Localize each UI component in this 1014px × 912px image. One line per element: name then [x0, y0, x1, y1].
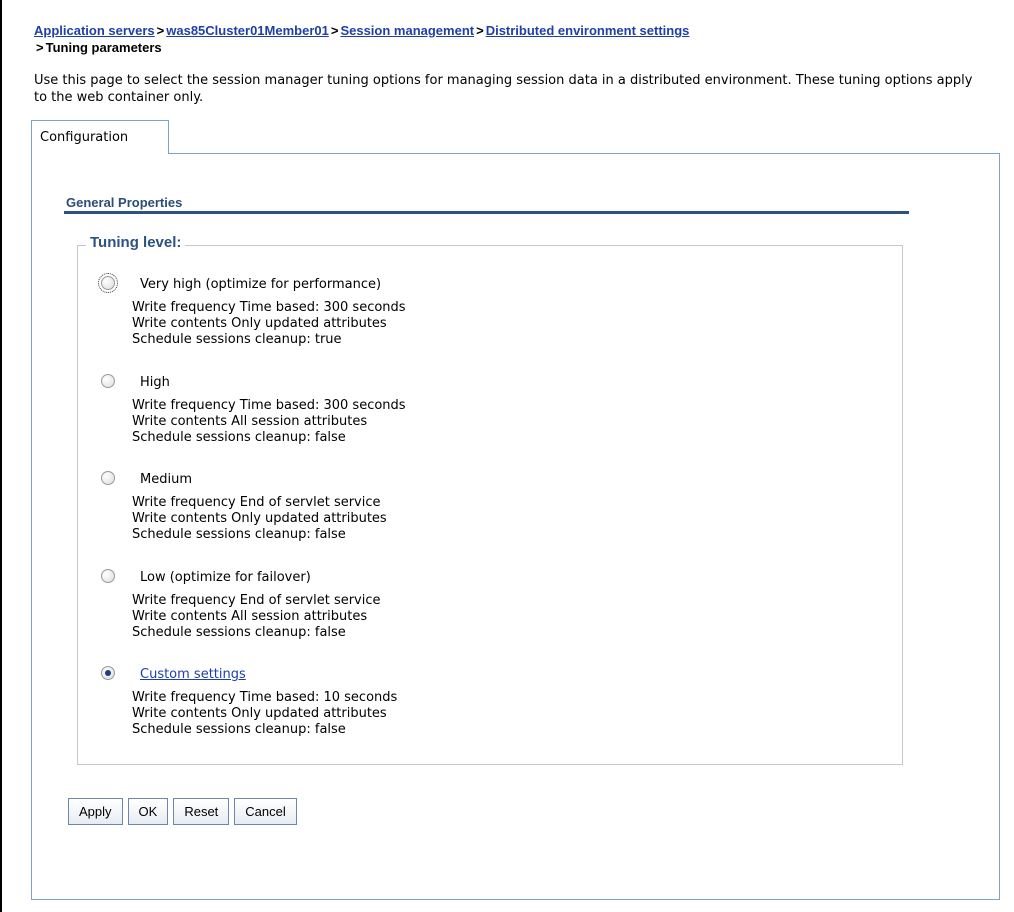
breadcrumb-link-session-management[interactable]: Session management — [340, 23, 474, 38]
page-description: Use this page to select the session mana… — [34, 73, 973, 105]
breadcrumb-separator: > — [36, 40, 44, 55]
detail-line: Write frequency Time based: 300 seconds — [132, 300, 406, 315]
detail-line: Schedule sessions cleanup: true — [132, 332, 342, 347]
radio-very-high[interactable] — [98, 273, 118, 293]
breadcrumb: Application servers > was85Cluster01Member… — [34, 22, 1009, 56]
option-details-low: Write frequency End of servlet service W… — [132, 593, 381, 641]
tab-configuration-label: Configuration — [40, 130, 129, 145]
radio-low[interactable] — [101, 569, 115, 583]
custom-settings-link[interactable]: Custom settings — [140, 666, 246, 683]
breadcrumb-link-application-servers[interactable]: Application servers — [34, 23, 155, 38]
detail-line: Write frequency Time based: 10 seconds — [132, 690, 398, 705]
ok-button[interactable]: OK — [127, 798, 169, 825]
page: Application servers > was85Cluster01Member… — [0, 0, 1014, 912]
radio-high[interactable] — [101, 374, 115, 388]
detail-line: Schedule sessions cleanup: false — [132, 722, 346, 737]
tab-configuration[interactable]: Configuration — [31, 120, 169, 154]
option-details-high: Write frequency Time based: 300 seconds … — [132, 398, 406, 446]
apply-button[interactable]: Apply — [68, 798, 123, 825]
breadcrumb-separator: > — [156, 23, 165, 38]
radio-custom[interactable] — [101, 666, 115, 680]
reset-button[interactable]: Reset — [173, 798, 230, 825]
section-divider — [64, 211, 909, 214]
detail-line: Write contents Only updated attributes — [132, 706, 387, 721]
detail-line: Write contents Only updated attributes — [132, 511, 387, 526]
detail-line: Write frequency Time based: 300 seconds — [132, 398, 406, 413]
breadcrumb-separator: > — [330, 23, 339, 38]
breadcrumb-link-distributed-environment[interactable]: Distributed environment settings — [486, 23, 690, 38]
left-border — [0, 0, 2, 912]
detail-line: Write contents Only updated attributes — [132, 316, 387, 331]
detail-line: Write contents All session attributes — [132, 414, 368, 429]
detail-line: Write frequency End of servlet service — [132, 495, 381, 510]
option-details-very-high: Write frequency Time based: 300 seconds … — [132, 300, 406, 348]
cancel-button[interactable]: Cancel — [234, 798, 297, 825]
breadcrumb-separator: > — [476, 23, 484, 38]
option-details-custom: Write frequency Time based: 10 seconds W… — [132, 690, 397, 738]
option-label-very-high[interactable]: Very high (optimize for performance) — [140, 276, 381, 293]
breadcrumb-current: Tuning parameters — [45, 40, 162, 55]
radio-medium[interactable] — [101, 471, 115, 485]
form-buttons: Apply OK Reset Cancel — [68, 798, 297, 825]
detail-line: Write frequency End of servlet service — [132, 593, 381, 608]
option-details-medium: Write frequency End of servlet service W… — [132, 495, 387, 543]
detail-line: Schedule sessions cleanup: false — [132, 430, 346, 445]
detail-line: Write contents All session attributes — [132, 609, 368, 624]
option-label-medium[interactable]: Medium — [140, 471, 192, 488]
detail-line: Schedule sessions cleanup: false — [132, 625, 346, 640]
option-label-low[interactable]: Low (optimize for failover) — [140, 569, 311, 586]
tuning-level-legend: Tuning level: — [86, 234, 186, 251]
general-properties-title: General Properties — [66, 195, 183, 210]
option-label-high[interactable]: High — [140, 374, 170, 391]
breadcrumb-link-server-member[interactable]: was85Cluster01Member01 — [166, 23, 329, 38]
detail-line: Schedule sessions cleanup: false — [132, 527, 346, 542]
